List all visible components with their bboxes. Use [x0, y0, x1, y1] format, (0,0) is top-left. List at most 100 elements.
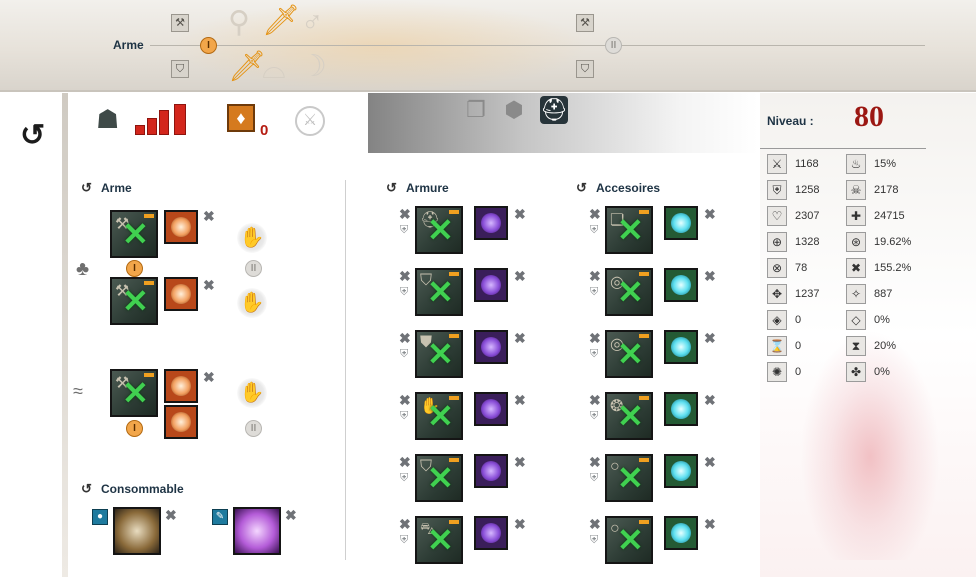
- accessory-2-slot[interactable]: ◎ ✕: [605, 330, 653, 378]
- food-category-icon: ●: [92, 509, 108, 525]
- staff-faded-icon[interactable]: ⚲: [228, 8, 250, 38]
- accessory-1-jewel-remove-icon[interactable]: ✖: [704, 268, 716, 285]
- helm-slot[interactable]: ⛑ ✕: [415, 206, 463, 254]
- land-set-2-badge: II: [245, 260, 262, 277]
- accessory-1-slot[interactable]: ◎ ✕: [605, 268, 653, 316]
- ring-2-slot[interactable]: ○ ✕: [605, 516, 653, 564]
- boots-rune[interactable]: [474, 516, 508, 550]
- boots-rune-remove-icon[interactable]: ✖: [514, 516, 526, 533]
- set2-mainhand-slot-empty-icon[interactable]: ⚒: [576, 14, 594, 32]
- scepter-faded-icon[interactable]: ♂: [301, 8, 324, 38]
- weapon-set-2-badge[interactable]: II: [605, 37, 622, 54]
- fan-faded-icon[interactable]: ⌓: [262, 54, 286, 84]
- shoulders-remove-icon[interactable]: ✖: [399, 268, 411, 285]
- chest-rune-remove-icon[interactable]: ✖: [514, 330, 526, 347]
- accessory-1-remove-icon[interactable]: ✖: [589, 268, 601, 285]
- land-weapon-1-sigil[interactable]: [164, 210, 198, 244]
- land-weapon-1-slot[interactable]: ⚒ ✕: [110, 210, 158, 258]
- ring-2-jewel-remove-icon[interactable]: ✖: [704, 516, 716, 533]
- infusion-icon[interactable]: ♦: [227, 104, 255, 132]
- weapon-section-title: Arme: [101, 181, 132, 195]
- gloves-rune[interactable]: [474, 392, 508, 426]
- amulet-jewel[interactable]: [664, 392, 698, 426]
- amulet-slot[interactable]: ❂ ✕: [605, 392, 653, 440]
- undo-icon[interactable]: ↺: [20, 118, 45, 153]
- gloves-remove-icon[interactable]: ✖: [399, 392, 411, 409]
- helm-remove-icon[interactable]: ✖: [399, 206, 411, 223]
- utility-slot[interactable]: [233, 507, 281, 555]
- amulet-remove-icon[interactable]: ✖: [589, 392, 601, 409]
- stat-value: 1328: [795, 236, 820, 248]
- weapon-bar-line: [150, 45, 925, 46]
- ring-1-lock-icon: ⛨: [590, 472, 599, 484]
- stat-value: 1237: [795, 288, 820, 300]
- amulet-jewel-remove-icon[interactable]: ✖: [704, 392, 716, 409]
- dagger-mainhand-icon[interactable]: 🗡: [262, 6, 300, 36]
- land-weapon-2-slot[interactable]: ⚒ ✕: [110, 277, 158, 325]
- shoulders-rune[interactable]: [474, 268, 508, 302]
- leggings-rune[interactable]: [474, 454, 508, 488]
- diamond-a-icon: ◈: [767, 310, 787, 330]
- back-item-slot[interactable]: ❏ ✕: [605, 206, 653, 254]
- aquatic-weapon-1-slot[interactable]: ⚒ ✕: [110, 369, 158, 417]
- land-set2-offhand-ghost-icon[interactable]: ✋: [237, 288, 267, 318]
- back-item-jewel[interactable]: [664, 206, 698, 240]
- accessory-2-jewel-remove-icon[interactable]: ✖: [704, 330, 716, 347]
- land-weapon-2-sigil[interactable]: [164, 277, 198, 311]
- food-remove-icon[interactable]: ✖: [165, 507, 177, 524]
- utility-remove-icon[interactable]: ✖: [285, 507, 297, 524]
- ring-1-remove-icon[interactable]: ✖: [589, 454, 601, 471]
- chest-rune[interactable]: [474, 330, 508, 364]
- ring-1-slot[interactable]: ○ ✕: [605, 454, 653, 502]
- aquatic-weapon-1-remove-icon[interactable]: ✖: [203, 369, 215, 386]
- aquatic-weapon-1-sigil-a[interactable]: [164, 369, 198, 403]
- weapon-set-1-badge[interactable]: I: [200, 37, 217, 54]
- gathering-tools-icon[interactable]: ⚔: [295, 106, 325, 136]
- land-set2-mainhand-ghost-icon[interactable]: ✋: [237, 223, 267, 253]
- set2-offhand-slot-empty-icon[interactable]: ⛉: [576, 60, 594, 78]
- armor-reset-icon[interactable]: ↺: [386, 180, 397, 196]
- hourglass-icon: ⌛: [767, 336, 787, 356]
- land-weapon-1-remove-icon[interactable]: ✖: [203, 208, 215, 225]
- ring-1-jewel-remove-icon[interactable]: ✖: [704, 454, 716, 471]
- aquatic-weapon-1-sigil-b[interactable]: [164, 405, 198, 439]
- leggings-rune-remove-icon[interactable]: ✖: [514, 454, 526, 471]
- mainhand-slot-empty-icon[interactable]: ⚒: [171, 14, 189, 32]
- page-edge-decoration: [62, 93, 68, 577]
- ring-1-jewel[interactable]: [664, 454, 698, 488]
- food-slot[interactable]: [113, 507, 161, 555]
- shoulders-slot[interactable]: ⛉ ✕: [415, 268, 463, 316]
- consumable-reset-icon[interactable]: ↺: [81, 481, 92, 497]
- land-weapon-2-remove-icon[interactable]: ✖: [203, 277, 215, 294]
- back-jewel-remove-icon[interactable]: ✖: [704, 206, 716, 223]
- dagger-offhand-icon[interactable]: 🗡: [228, 52, 266, 82]
- gloves-rune-remove-icon[interactable]: ✖: [514, 392, 526, 409]
- land-tree-icon: ♣: [76, 258, 90, 280]
- stat-value: 0: [795, 340, 802, 352]
- shoulders-rune-remove-icon[interactable]: ✖: [514, 268, 526, 285]
- leggings-remove-icon[interactable]: ✖: [399, 454, 411, 471]
- accessories-reset-icon[interactable]: ↺: [576, 180, 587, 196]
- accessory-2-remove-icon[interactable]: ✖: [589, 330, 601, 347]
- back-remove-icon[interactable]: ✖: [589, 206, 601, 223]
- chest-slot[interactable]: ⛊ ✕: [415, 330, 463, 378]
- accessory-1-lock-icon: ⛨: [590, 286, 599, 298]
- ring-2-remove-icon[interactable]: ✖: [589, 516, 601, 533]
- leggings-slot[interactable]: ⛉ ✕: [415, 454, 463, 502]
- weapon-reset-icon[interactable]: ↺: [81, 180, 92, 196]
- gloves-slot[interactable]: ✋ ✕: [415, 392, 463, 440]
- helm-rune-remove-icon[interactable]: ✖: [514, 206, 526, 223]
- helm-rune[interactable]: [474, 206, 508, 240]
- horn-faded-icon[interactable]: ☽: [300, 52, 327, 82]
- aquatic-set2-ghost-icon[interactable]: ✋: [237, 378, 267, 408]
- accessory-1-jewel[interactable]: [664, 268, 698, 302]
- tab-equipment-icon[interactable]: ❐: [462, 96, 490, 124]
- chest-remove-icon[interactable]: ✖: [399, 330, 411, 347]
- offhand-slot-empty-icon[interactable]: ⛉: [171, 60, 189, 78]
- accessory-2-jewel[interactable]: [664, 330, 698, 364]
- ring-2-jewel[interactable]: [664, 516, 698, 550]
- tab-wardrobe-helm-icon[interactable]: ⛑: [540, 96, 568, 124]
- boots-remove-icon[interactable]: ✖: [399, 516, 411, 533]
- tab-armor-skin-icon[interactable]: ⬢: [500, 96, 528, 124]
- boots-slot[interactable]: ⛍ ✕: [415, 516, 463, 564]
